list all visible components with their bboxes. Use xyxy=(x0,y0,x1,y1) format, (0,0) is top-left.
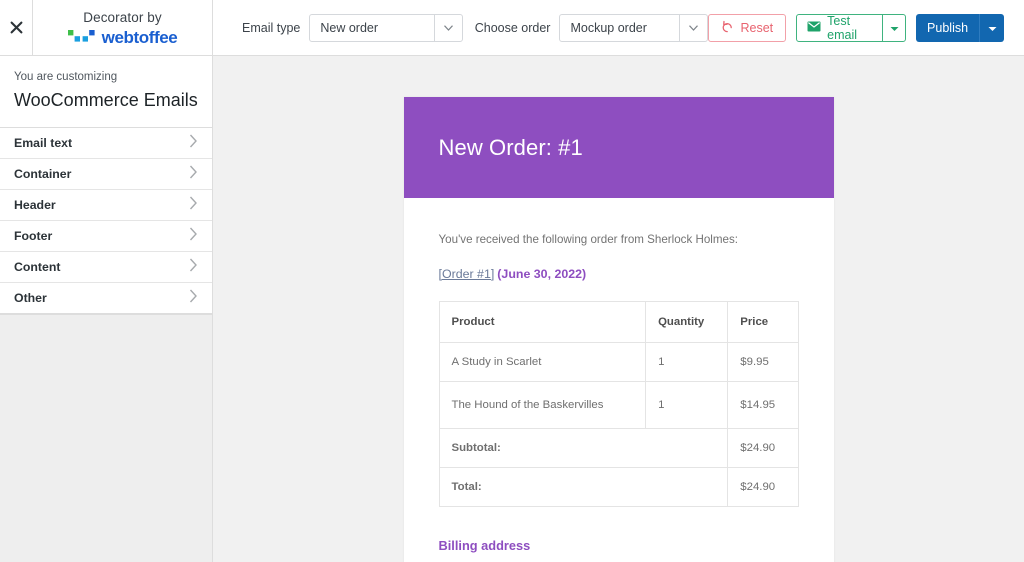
brand-tagline: Decorator by xyxy=(83,9,162,25)
envelope-icon xyxy=(807,21,821,35)
order-items-head: Product Quantity Price xyxy=(438,301,799,343)
sidebar-item-footer[interactable]: Footer xyxy=(0,221,212,252)
test-email-button-group: Test email xyxy=(796,13,906,42)
publish-dropdown-toggle[interactable] xyxy=(979,13,1004,42)
customizing-label: You are customizing xyxy=(14,71,118,83)
close-customizer-button[interactable] xyxy=(0,0,33,55)
sidebar-item-label: Content xyxy=(14,260,61,274)
cell-product: The Hound of the Baskervilles xyxy=(438,381,647,429)
table-header-row: Product Quantity Price xyxy=(438,301,799,343)
sidebar-item-content[interactable]: Content xyxy=(0,252,212,283)
cell-price: $14.95 xyxy=(727,381,799,429)
email-header-title: New Order: #1 xyxy=(438,135,583,160)
cell-quantity: 1 xyxy=(645,381,729,429)
sidebar-item-container[interactable]: Container xyxy=(0,159,212,190)
column-header-product: Product xyxy=(438,301,647,343)
customizer-sidebar: Decorator by webtoffee You are customizi xyxy=(0,0,213,562)
order-items-foot: Subtotal: $24.90 Total: $24.90 xyxy=(438,428,799,507)
webtoffee-logo: webtoffee xyxy=(67,27,178,48)
customizer-toolbar: Email type New order Choose order Mockup… xyxy=(213,0,1024,56)
choose-order-label: Choose order xyxy=(474,20,551,35)
email-body: You've received the following order from… xyxy=(404,198,834,562)
choose-order-field: Choose order Mockup order xyxy=(474,13,709,42)
cell-subtotal-label: Subtotal: xyxy=(438,428,729,468)
sidebar-item-email-text[interactable]: Email text xyxy=(0,128,212,159)
customizer-main: Email type New order Choose order Mockup… xyxy=(213,0,1024,562)
order-line: [Order #1] (June 30, 2022) xyxy=(439,265,799,283)
sidebar-item-label: Email text xyxy=(14,136,73,150)
order-items-body: A Study in Scarlet 1 $9.95 The Hound of … xyxy=(438,342,799,429)
caret-down-icon xyxy=(434,14,462,41)
sidebar-item-label: Header xyxy=(14,198,56,212)
order-date: (June 30, 2022) xyxy=(497,267,587,281)
sidebar-item-other[interactable]: Other xyxy=(0,283,212,314)
test-email-dropdown-toggle[interactable] xyxy=(882,14,904,41)
choose-order-value: Mockup order xyxy=(570,20,647,35)
chevron-right-icon xyxy=(189,165,198,184)
billing-address-title: Billing address xyxy=(438,538,531,553)
reset-label: Reset xyxy=(740,20,774,35)
cell-subtotal-value: $24.90 xyxy=(727,428,799,468)
table-row: The Hound of the Baskervilles 1 $14.95 xyxy=(438,381,799,429)
table-row-subtotal: Subtotal: $24.90 xyxy=(438,428,799,468)
publish-button[interactable]: Publish xyxy=(916,14,979,42)
caret-down-icon xyxy=(890,19,899,37)
email-type-label: Email type xyxy=(242,20,301,35)
close-icon xyxy=(10,21,23,34)
email-preview-pane: New Order: #1 You've received the follow… xyxy=(213,56,1024,562)
email-template: New Order: #1 You've received the follow… xyxy=(403,97,834,562)
test-email-label: Test email xyxy=(827,13,857,42)
email-type-select[interactable]: New order xyxy=(309,13,464,42)
cell-quantity: 1 xyxy=(645,342,729,382)
column-header-price: Price xyxy=(727,301,799,343)
sidebar-item-header[interactable]: Header xyxy=(0,190,212,221)
webtoffee-logo-mark xyxy=(67,28,98,48)
chevron-right-icon xyxy=(189,258,198,277)
test-email-button[interactable]: Test email xyxy=(797,15,882,41)
chevron-right-icon xyxy=(189,289,198,308)
choose-order-select[interactable]: Mockup order xyxy=(559,13,709,42)
email-intro-text: You've received the following order from… xyxy=(438,233,739,246)
email-type-value: New order xyxy=(320,20,379,35)
page-title: WooCommerce Emails xyxy=(14,90,198,110)
order-items-table: Product Quantity Price A Study in Scarle… xyxy=(438,301,799,507)
chevron-right-icon xyxy=(189,196,198,215)
chevron-right-icon xyxy=(189,227,198,246)
column-header-quantity: Quantity xyxy=(645,301,729,343)
sidebar-panel-list: Email text Container Header Footer Conte… xyxy=(0,128,212,315)
cell-total-value: $24.90 xyxy=(727,467,799,507)
sidebar-item-label: Container xyxy=(14,167,72,181)
sidebar-topbar: Decorator by webtoffee xyxy=(0,0,212,56)
brand-block: Decorator by webtoffee xyxy=(33,0,212,55)
customizer-app: Decorator by webtoffee You are customizi xyxy=(0,0,1024,562)
caret-down-icon xyxy=(988,19,997,37)
brand-wordmark: webtoffee xyxy=(101,27,178,47)
undo-arrow-icon xyxy=(721,20,734,36)
cell-product: A Study in Scarlet xyxy=(438,342,647,382)
sidebar-item-label: Other xyxy=(14,291,47,305)
caret-down-icon xyxy=(679,14,707,41)
sidebar-empty-area xyxy=(0,315,212,562)
cell-total-label: Total: xyxy=(438,467,729,507)
cell-price: $9.95 xyxy=(727,342,799,382)
toolbar-actions: Reset Test email Publish xyxy=(708,13,1004,42)
table-row: A Study in Scarlet 1 $9.95 xyxy=(438,342,799,382)
publish-label: Publish xyxy=(927,20,969,35)
order-link[interactable]: [Order #1] xyxy=(439,267,495,281)
sidebar-item-label: Footer xyxy=(14,229,53,243)
publish-button-group: Publish xyxy=(915,13,1004,42)
table-row-total: Total: $24.90 xyxy=(438,467,799,507)
chevron-right-icon xyxy=(189,134,198,153)
email-header: New Order: #1 xyxy=(403,97,834,198)
reset-button[interactable]: Reset xyxy=(708,13,787,42)
email-type-field: Email type New order xyxy=(242,13,464,42)
customizing-header: You are customizing WooCommerce Emails xyxy=(0,56,212,128)
